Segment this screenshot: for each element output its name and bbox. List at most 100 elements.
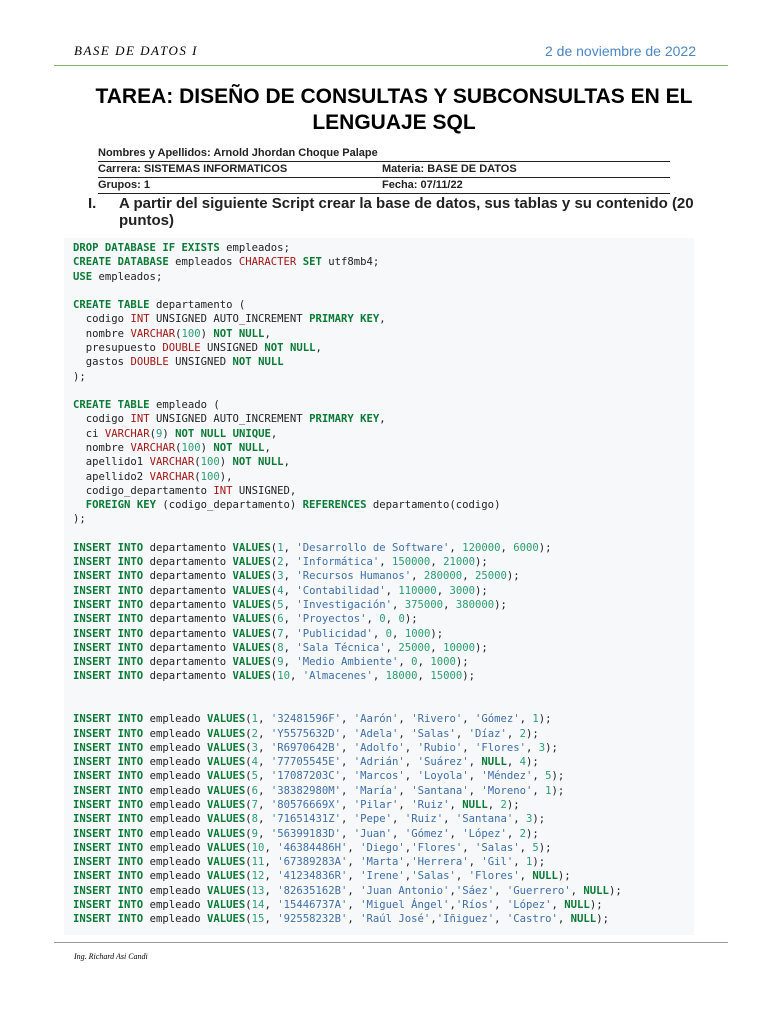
code-text: ); xyxy=(589,898,603,911)
code-text: , xyxy=(430,641,444,654)
code-text: , xyxy=(347,856,361,869)
code-text: , xyxy=(379,556,393,569)
code-string: 'Pilar' xyxy=(353,798,399,811)
code-text: departamento xyxy=(149,599,227,612)
code-text: , xyxy=(347,870,361,883)
code-keyword: INTO xyxy=(117,741,144,754)
code-text: ) xyxy=(219,456,233,469)
code-string: 'Proyectos' xyxy=(296,613,367,626)
code-text: , xyxy=(385,641,399,654)
code-string: 'Pepe' xyxy=(353,813,393,826)
code-text: , xyxy=(283,627,297,640)
code-keyword: INTO xyxy=(117,727,144,740)
code-line: INSERT INTO departamento VALUES(2, 'Info… xyxy=(73,555,694,569)
code-line: INSERT INTO departamento VALUES(1, 'Desa… xyxy=(73,541,694,555)
code-string: 'Santana' xyxy=(455,813,514,826)
code-text: , xyxy=(468,770,482,783)
code-text: , xyxy=(443,599,456,612)
code-number: 11 xyxy=(251,856,265,869)
code-text: , xyxy=(258,741,271,754)
code-string: '56399183D' xyxy=(270,827,341,840)
code-keyword: INSERT xyxy=(73,570,112,583)
code-line: codigo INT UNSIGNED AUTO_INCREMENT PRIMA… xyxy=(73,412,694,426)
code-text: empleados xyxy=(98,270,156,283)
code-keyword: INTO xyxy=(117,870,144,883)
code-keyword: INTO xyxy=(117,656,144,669)
code-number: 25000 xyxy=(474,570,507,583)
code-text: , xyxy=(417,670,431,683)
code-text: , xyxy=(264,870,278,883)
code-text: empleado xyxy=(149,870,201,883)
code-text: , xyxy=(283,456,290,469)
code-keyword: INSERT xyxy=(73,841,112,854)
code-text: , xyxy=(398,727,412,740)
code-keyword: INSERT xyxy=(73,613,112,626)
code-text: , xyxy=(264,441,271,454)
section-heading: I. A partir del siguiente Script crear l… xyxy=(88,195,719,229)
code-string: 'Juan' xyxy=(353,827,393,840)
code-text: departamento xyxy=(155,299,233,312)
code-text: , xyxy=(398,656,412,669)
code-text: presupuesto xyxy=(85,341,156,354)
code-string: 'Adolfo' xyxy=(353,741,405,754)
code-text: , xyxy=(494,898,507,911)
code-text: , xyxy=(347,913,361,926)
code-keyword: VALUES xyxy=(207,784,246,797)
code-text: , xyxy=(341,756,354,769)
code-text: ); xyxy=(538,713,552,726)
code-keyword: INSERT xyxy=(73,541,112,554)
footer-author: Ing. Richard Asi Candi xyxy=(74,952,148,961)
code-number: 150000 xyxy=(392,556,431,569)
code-keyword: INTO xyxy=(117,841,144,854)
code-text: ); xyxy=(506,570,520,583)
code-string: 'Investigación' xyxy=(296,599,393,612)
code-string: 'Gómez' xyxy=(404,827,450,840)
code-text: ); xyxy=(526,756,539,769)
code-type: INT xyxy=(213,484,233,497)
code-string: 'Recursos Humanos' xyxy=(296,570,412,583)
code-string: 'Iñiguez' xyxy=(436,913,495,926)
code-line: presupuesto DOUBLE UNSIGNED NOT NULL, xyxy=(73,341,694,355)
code-string: 'Ríos' xyxy=(455,898,495,911)
code-text: , xyxy=(443,813,456,826)
code-text: , xyxy=(392,599,405,612)
code-keyword: INSERT xyxy=(73,813,112,826)
code-string: 'Y5575632D' xyxy=(270,727,341,740)
code-string: 'Salas' xyxy=(411,870,456,883)
code-text: , xyxy=(449,541,463,554)
code-string: '77705545E' xyxy=(270,756,341,769)
code-keyword: USE xyxy=(73,270,93,283)
code-text: UNSIGNED xyxy=(207,341,259,354)
code-keyword: VALUES xyxy=(207,913,246,926)
code-keyword: VALUES xyxy=(207,756,246,769)
code-text: , xyxy=(379,313,386,326)
code-keyword: IF xyxy=(162,242,176,254)
code-text: , xyxy=(513,813,527,826)
code-text: , xyxy=(341,784,354,797)
code-text: ); xyxy=(538,841,552,854)
code-string: 'R6970642B' xyxy=(270,741,341,754)
code-keyword: INTO xyxy=(117,798,144,811)
code-text: , xyxy=(398,784,412,797)
code-line: INSERT INTO empleado VALUES(6, '38382980… xyxy=(73,784,694,798)
code-string: 'Marcos' xyxy=(353,770,405,783)
code-keyword: VALUES xyxy=(232,627,271,640)
code-keyword: DATABASE xyxy=(117,256,169,269)
code-text: departamento xyxy=(149,656,227,669)
code-keyword: INTO xyxy=(117,541,144,554)
code-text: , xyxy=(264,856,278,869)
code-keyword: VALUES xyxy=(232,541,271,554)
code-text: empleado xyxy=(149,727,201,740)
code-text: , xyxy=(449,798,463,811)
code-text: ) xyxy=(162,427,176,440)
code-line: gastos DOUBLE UNSIGNED NOT NULL xyxy=(73,355,694,369)
code-text: , xyxy=(404,756,418,769)
info-row-career: Carrera: SISTEMAS INFORMATICOS Materia: B… xyxy=(98,163,670,178)
code-keyword: VALUES xyxy=(232,570,271,583)
code-keyword: TABLE xyxy=(117,399,150,412)
code-number: 280000 xyxy=(423,570,463,583)
code-keyword: INTO xyxy=(117,898,144,911)
